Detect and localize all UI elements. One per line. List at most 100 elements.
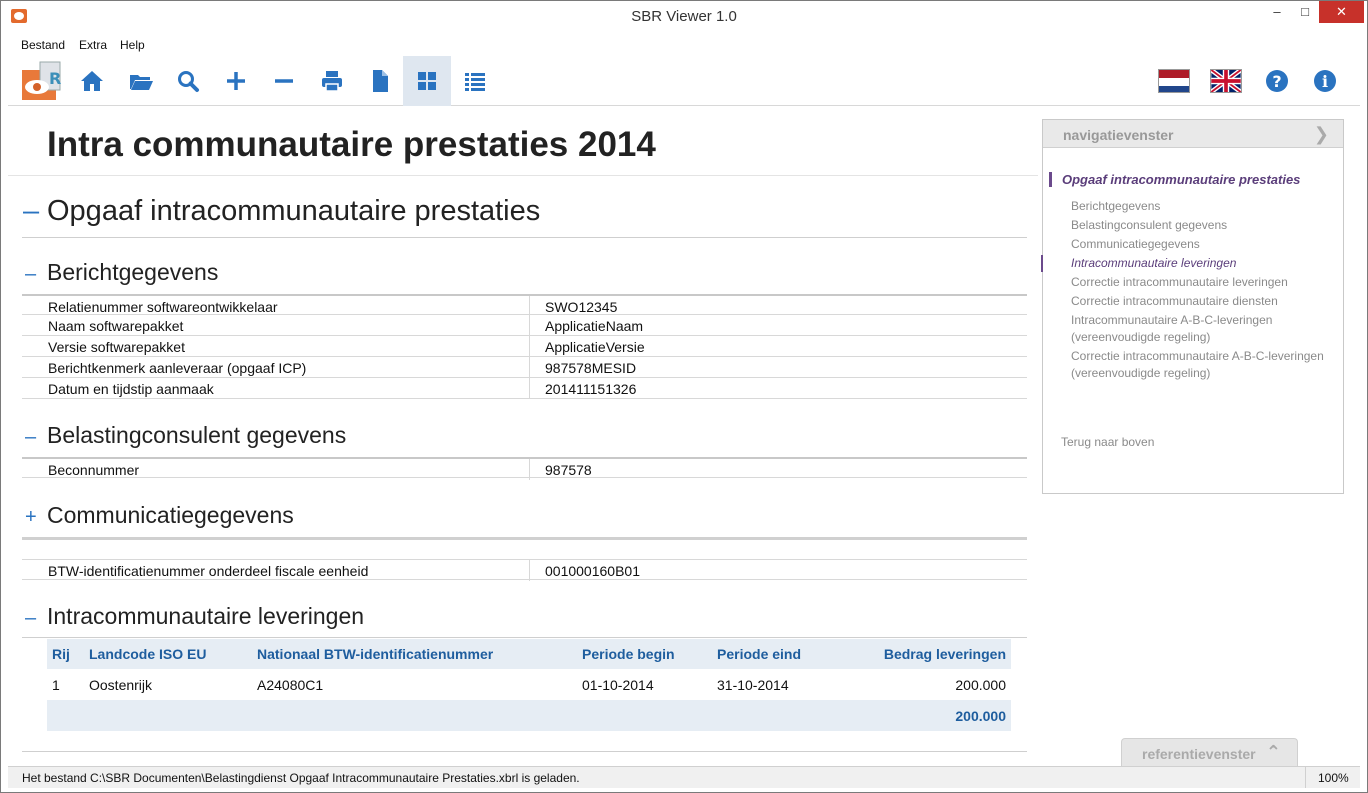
column-header: Nationaal BTW-identificatienummer [252,639,577,669]
document-icon [373,70,388,92]
table-row: 1 Oostenrijk A24080C1 01-10-2014 31-10-2… [47,669,1011,700]
search-button[interactable] [164,56,212,106]
belastingconsulent-title: Belastingconsulent gegevens [47,422,347,448]
nav-item-leveringen[interactable]: Intracommunautaire leveringen [1071,255,1236,272]
collapse-toggle[interactable]: – [25,426,47,449]
expand-toggle[interactable]: + [25,506,47,529]
table-header-row: Rij Landcode ISO EU Nationaal BTW-identi… [47,639,1011,669]
nav-current[interactable]: Opgaaf intracommunautaire prestaties [1049,172,1300,187]
open-button[interactable] [117,56,165,106]
table-cell: 01-10-2014 [582,676,654,693]
belastingconsulent-heading: – Belastingconsulent gegevens [25,422,346,449]
table-cell: Oostenrijk [89,676,153,693]
table-cell: 31-10-2014 [717,676,789,693]
communicatie-heading: + Communicatiegegevens [25,502,294,529]
nav-item-line: Intracommunautaire A-B-C-leveringen [1071,313,1273,327]
menu-bestand[interactable]: Bestand [21,38,65,52]
close-button[interactable]: ✕ [1319,1,1364,23]
nav-item-line: (vereenvoudigde regeling) [1071,366,1211,380]
table-cell: 200.000 [955,676,1006,693]
nav-item-correctie-abc[interactable]: Correctie intracommunautaire A-B-C-lever… [1071,348,1324,382]
total-row: 200.000 [47,700,1011,731]
chevron-right-icon[interactable]: ❯ [1314,124,1329,145]
communicatie-title: Communicatiegegevens [47,502,294,528]
belastingconsulent-table: Beconnummer 987578 [22,457,1027,480]
zoom-level: 100% [1305,767,1360,788]
minimize-button[interactable]: – [1263,1,1291,23]
collapse-toggle[interactable]: – [25,607,47,630]
leveringen-table: Rij Landcode ISO EU Nationaal BTW-identi… [47,639,1011,731]
section-heading: – Opgaaf intracommunautaire prestaties [23,195,540,228]
folder-open-icon [130,75,153,90]
back-to-top-link[interactable]: Terug naar boven [1061,434,1154,451]
nav-item-belastingconsulent[interactable]: Belastingconsulent gegevens [1071,217,1227,234]
flag-nl-icon[interactable] [1158,69,1190,93]
field-label: Berichtkenmerk aanleveraar (opgaaf ICP) [48,360,307,376]
zoom-out-button[interactable] [260,56,308,106]
nav-selection-marker [1041,255,1043,272]
table-row: Naam softwarepakket ApplicatieNaam [22,315,1027,336]
nav-item-correctie-leveringen[interactable]: Correctie intracommunautaire leveringen [1071,274,1288,291]
field-value: 001000160B01 [545,563,640,579]
help-button[interactable]: ? [1253,56,1301,106]
divider [22,751,1027,752]
home-button[interactable] [68,56,116,106]
app-window: SBR Viewer 1.0 – □ ✕ Bestand Extra Help … [0,0,1368,793]
navigation-header[interactable]: navigatievenster ❯ [1043,120,1343,148]
reference-label: referentievenster [1142,746,1256,762]
collapse-toggle[interactable]: – [25,263,47,286]
column-header: Periode begin [577,639,712,669]
field-label: Naam softwarepakket [48,318,184,334]
field-value: ApplicatieNaam [545,318,644,334]
menu-bar: Bestand Extra Help [8,33,1360,55]
search-icon [178,71,199,92]
total-value: 200.000 [847,700,1011,731]
window-title: SBR Viewer 1.0 [631,8,737,25]
collapse-toggle[interactable]: – [23,195,47,228]
divider [8,175,1038,176]
sbr-logo-icon: R [22,61,61,100]
menu-extra[interactable]: Extra [79,38,107,52]
communicatie-table: BTW-identificatienummer onderdeel fiscal… [22,559,1027,581]
print-button[interactable] [308,56,356,106]
field-value: SWO12345 [545,299,618,315]
field-value: 987578MESID [545,360,637,376]
column-header: Rij [47,639,84,669]
page-title: Intra communautaire prestaties 2014 [47,125,656,164]
berichtgegevens-heading: – Berichtgegevens [25,259,218,286]
table-row: Relatienummer softwareontwikkelaar SWO123… [22,294,1027,317]
document-button[interactable] [356,56,404,106]
field-label: BTW-identificatienummer onderdeel fiscal… [48,563,369,579]
status-message: Het bestand C:\SBR Documenten\Belastingd… [22,771,580,785]
nav-item-berichtgegevens[interactable]: Berichtgegevens [1071,198,1160,215]
nav-item-communicatie[interactable]: Communicatiegegevens [1071,236,1200,253]
home-icon [81,71,103,91]
info-icon: i [1314,70,1336,92]
grid-view-button[interactable] [403,56,451,106]
flag-uk-icon[interactable] [1210,69,1242,93]
minus-icon [275,79,293,83]
field-label: Datum en tijdstip aanmaak [48,381,214,397]
chevron-up-icon[interactable]: ⌃ [1266,742,1281,763]
nav-item-line: (vereenvoudigde regeling) [1071,330,1211,344]
field-value: ApplicatieVersie [545,339,645,355]
menu-help[interactable]: Help [120,38,145,52]
maximize-button[interactable]: □ [1291,1,1319,23]
field-label: Beconnummer [48,462,140,478]
berichtgegevens-table: Relatienummer softwareontwikkelaar SWO123… [22,294,1027,399]
field-label: Relatienummer softwareontwikkelaar [48,299,278,315]
leveringen-heading: – Intracommunautaire leveringen [25,603,364,630]
zoom-in-button[interactable] [212,56,260,106]
info-button[interactable]: i [1301,56,1349,106]
nav-item-correctie-diensten[interactable]: Correctie intracommunautaire diensten [1071,293,1278,310]
print-icon [322,71,342,92]
table-cell: A24080C1 [257,676,324,693]
column-header: Periode eind [712,639,847,669]
reference-panel-tab[interactable]: referentievenster ⌃ [1121,738,1298,766]
help-icon: ? [1266,70,1288,92]
nav-item-abc-leveringen[interactable]: Intracommunautaire A-B-C-leveringen (ver… [1071,312,1272,346]
list-view-icon [465,73,485,91]
grid-view-icon [418,72,436,90]
list-view-button[interactable] [451,56,499,106]
navigation-panel: navigatievenster ❯ Opgaaf intracommunaut… [1041,119,1344,494]
